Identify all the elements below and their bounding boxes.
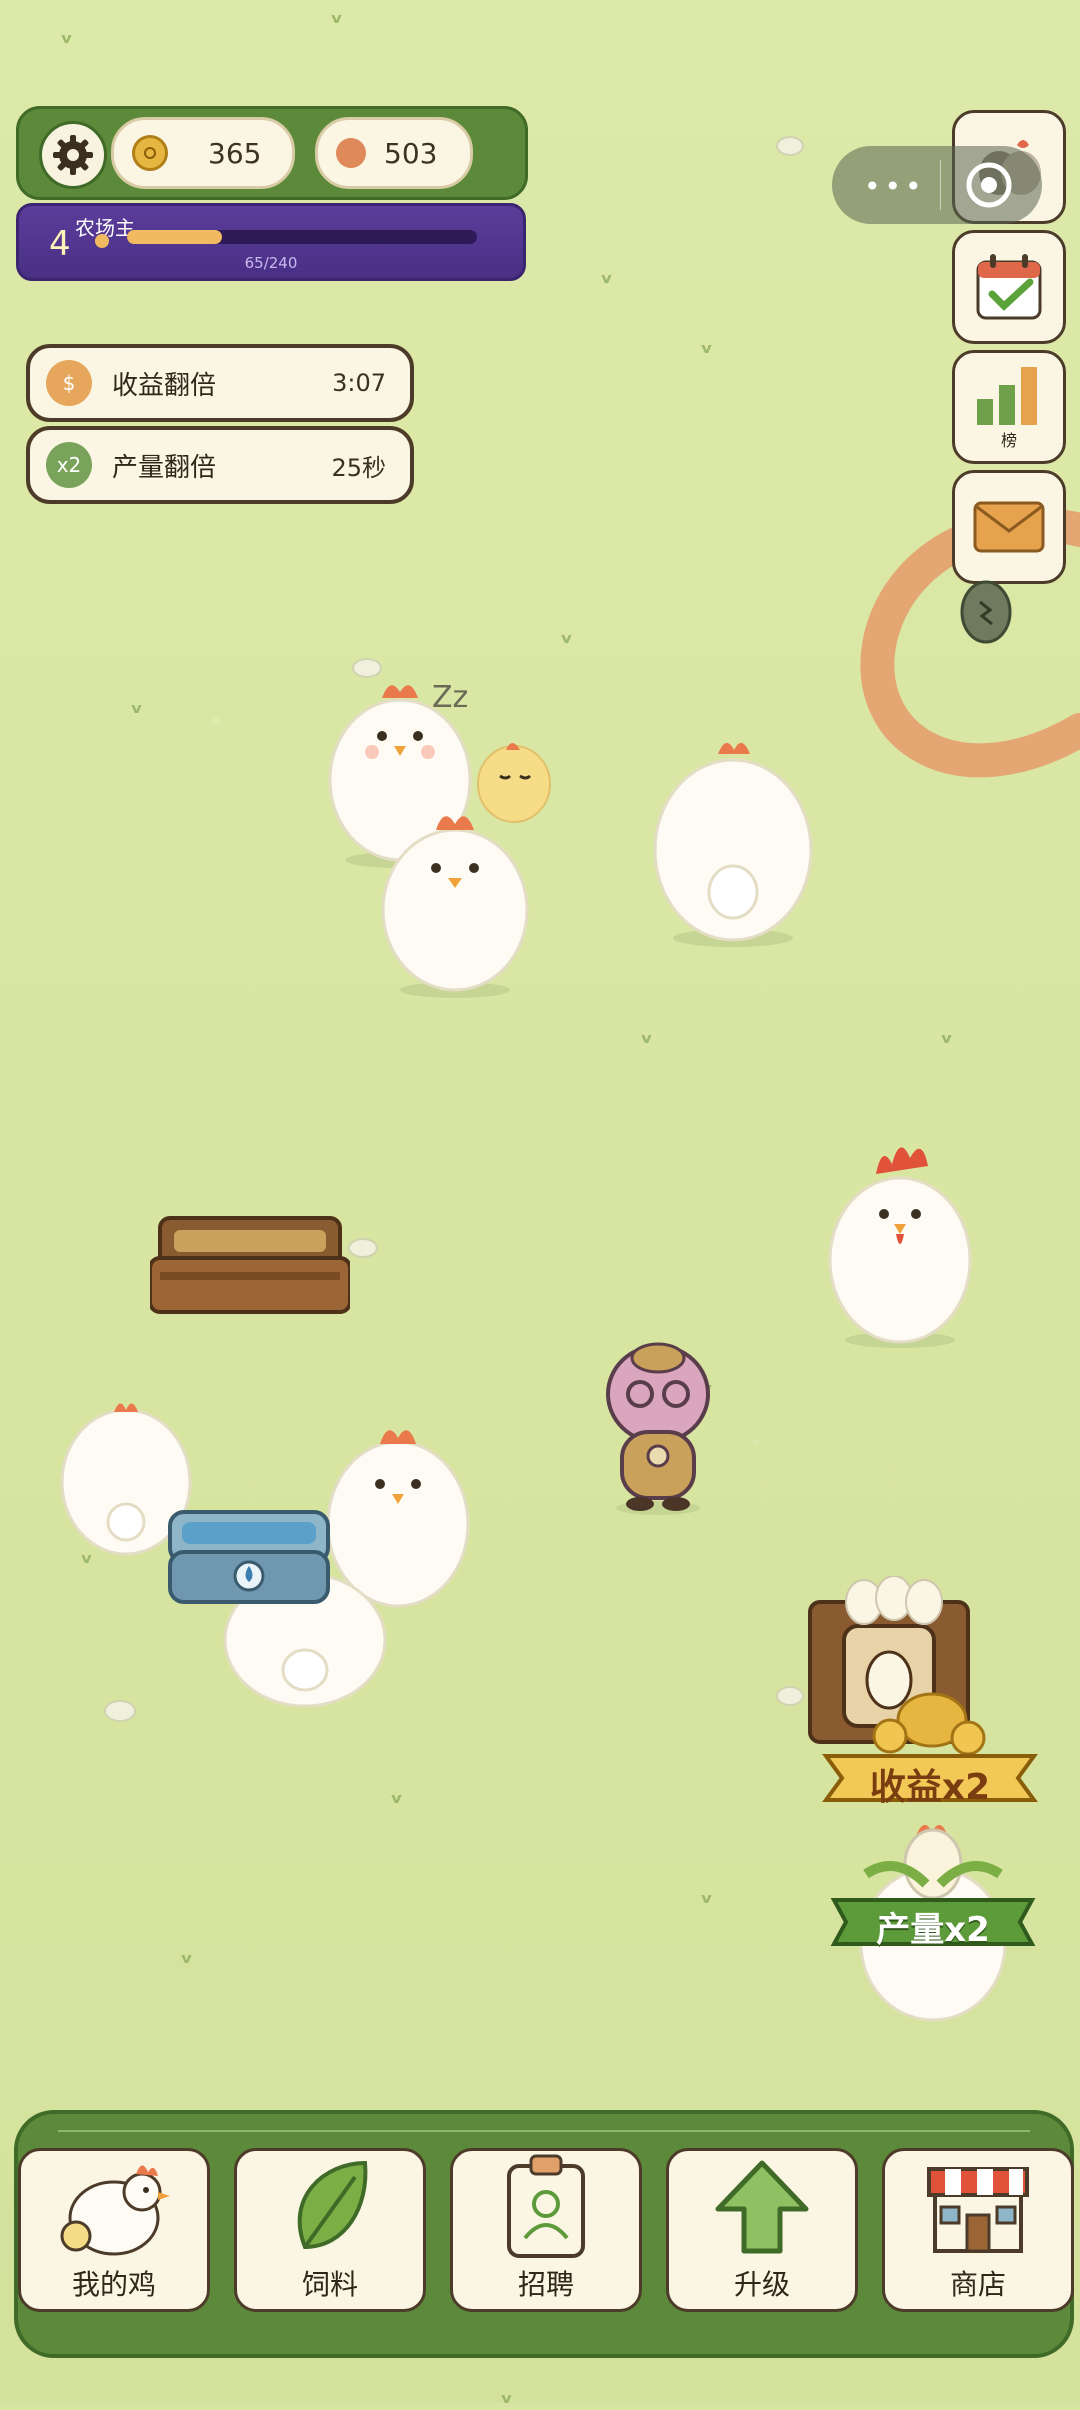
grass-tuft: ᵥ [560,620,574,650]
chicken-back-sprite[interactable] [648,730,818,950]
level-panel[interactable]: 4 农场主 65/240 [16,203,526,281]
bar-chart-icon [977,367,1037,425]
nav-label: 升级 [733,2268,790,2301]
gem-counter[interactable]: 503 [315,117,473,189]
more-icon: ••• [864,170,926,203]
xp-text: 65/240 [244,254,298,272]
leaf-icon [297,2160,368,2250]
mini-program-capsule[interactable]: ••• [832,146,1042,224]
id-badge-icon [507,2154,585,2258]
nav-label: 饲料 [301,2268,358,2301]
chicken-sprite[interactable] [370,790,540,1000]
rooster-sprite[interactable] [820,1130,980,1350]
feed-trough[interactable] [150,1208,350,1332]
water-trough[interactable] [166,1508,332,1614]
leaderboard-label: 榜 [1000,431,1017,450]
grass-tuft: ᵥ [700,330,714,360]
nav-label: 商店 [949,2268,1006,2301]
mail-button[interactable] [952,470,1066,584]
grass-tuft: ᵥ [500,2380,514,2410]
pebble [776,136,804,156]
grass-tuft: ᵥ [700,1880,714,1910]
nav-recruit[interactable]: 招聘 [450,2148,642,2312]
dollar-icon: $ [46,360,92,406]
coin-value: 365 [208,136,262,170]
grass-tuft: ᵥ [640,1020,654,1050]
buff-name: 产量翻倍 [112,452,217,483]
nav-divider [58,2130,1030,2132]
shop-icon [927,2167,1029,2253]
buff-name: 收益翻倍 [112,370,217,401]
xp-progress-fill [127,230,222,244]
gem-value: 503 [384,136,438,170]
grass-tuft: ᵥ [940,1020,954,1050]
grass-tuft: ᵥ [330,0,344,30]
calendar-check-icon [976,254,1042,320]
envelope-icon [973,501,1045,553]
grass-tuft: ᵥ [390,1780,404,1810]
nav-upgrade[interactable]: 升级 [666,2148,858,2312]
pebble [104,1700,136,1722]
resource-bar: 365 503 [16,106,528,200]
level-marker [95,234,109,248]
pebble [776,1686,804,1706]
grass-tuft: ᵥ [130,690,144,720]
settings-button[interactable] [39,121,107,189]
grass-tuft: ᵥ [180,1940,194,1970]
income-boost-label: 收益x2 [869,1767,991,1808]
buff-timer: 3:07 [332,369,386,397]
pebble [348,1238,378,1258]
nav-shop[interactable]: 商店 [882,2148,1074,2312]
grass-tuft: ᵥ [60,20,74,50]
production-boost-button[interactable]: 产量x2 [826,1814,1040,2024]
up-arrow-icon [715,2160,809,2254]
nav-label: 我的鸡 [71,2268,156,2301]
chicken-icon [60,2165,170,2256]
buff-production-double[interactable]: x2 产量翻倍 25秒 [26,426,414,504]
daily-checkin-button[interactable] [952,230,1066,344]
nav-feed[interactable]: 饲料 [234,2148,426,2312]
capsule-divider [940,160,941,210]
income-boost-button[interactable]: 收益x2 [818,1690,1042,1820]
close-circle-icon[interactable] [964,160,1014,210]
sleep-z-icon: Zz [432,680,469,715]
buff-income-double[interactable]: $ 收益翻倍 3:07 [26,344,414,422]
egg-icon[interactable] [958,572,1014,644]
xp-progress-bar [127,230,477,244]
gem-icon [336,138,366,168]
grass-tuft: ᵥ [600,260,614,290]
x2-icon: x2 [46,442,92,488]
production-boost-label: 产量x2 [876,1910,990,1950]
coin-counter[interactable]: 365 [111,117,295,189]
farmer-character[interactable] [592,1338,718,1516]
buff-timer: 25秒 [331,453,386,482]
nav-my-chickens[interactable]: 我的鸡 [18,2148,210,2312]
bottom-nav: 我的鸡 饲料 招聘 升级 商店 [14,2110,1074,2358]
nav-label: 招聘 [517,2268,574,2301]
leaderboard-button[interactable]: 榜 [952,350,1066,464]
gear-icon [53,135,93,175]
coin-icon [132,135,168,171]
